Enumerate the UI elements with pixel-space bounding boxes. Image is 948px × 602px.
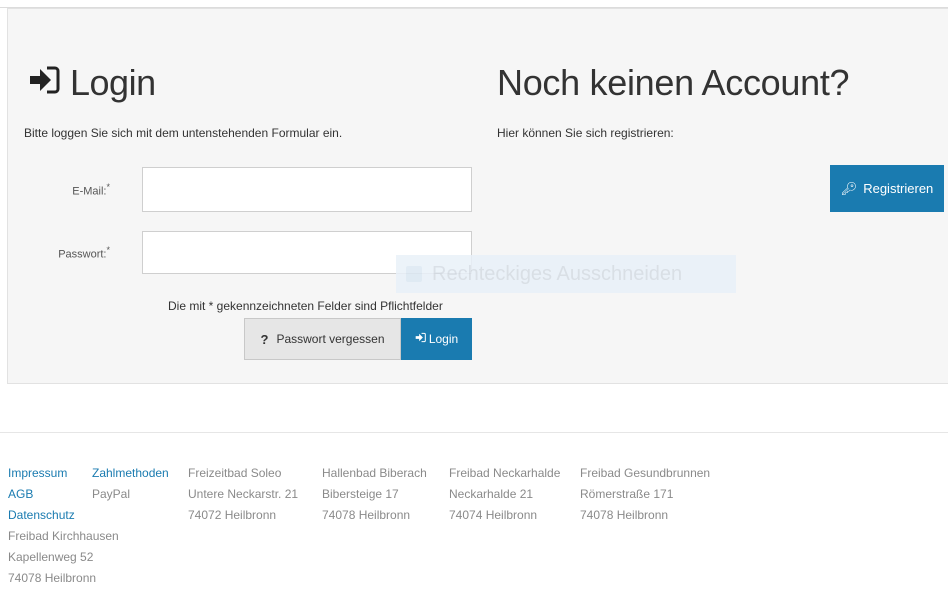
snip-icon bbox=[406, 266, 422, 282]
footer-venue-street: Kapellenweg 52 bbox=[8, 550, 94, 564]
footer-link-zahlmethoden[interactable]: Zahlmethoden bbox=[92, 463, 169, 484]
footer-venue-city: 74072 Heilbronn bbox=[188, 508, 277, 522]
register-subtitle: Hier können Sie sich registrieren: bbox=[497, 126, 674, 140]
question-icon: ? bbox=[260, 331, 269, 347]
email-field[interactable] bbox=[142, 167, 472, 212]
footer-venue-name: Freibad Gesundbrunnen bbox=[580, 466, 711, 480]
forgot-password-button[interactable]: ? Passwort vergessen bbox=[244, 318, 401, 360]
key-icon: 🔑︎ bbox=[840, 180, 858, 196]
footer-venue: Hallenbad Biberach Bibersteige 17 74078 … bbox=[322, 463, 427, 526]
required-fields-note: Die mit * gekennzeichneten Felder sind P… bbox=[168, 299, 443, 313]
snipping-tool-overlay: Rechteckiges Ausschneiden bbox=[396, 255, 736, 293]
footer-venue-name: Hallenbad Biberach bbox=[322, 466, 427, 480]
login-button-label: Login bbox=[428, 332, 459, 346]
login-title: Login bbox=[70, 62, 156, 103]
footer-venue: Freizeitbad Soleo Untere Neckarstr. 21 7… bbox=[188, 463, 298, 526]
register-button-label: Registrieren bbox=[863, 181, 934, 196]
footer-venue-city: 74074 Heilbronn bbox=[449, 508, 538, 522]
footer-venue-street: Neckarhalde 21 bbox=[449, 487, 534, 501]
login-subtitle: Bitte loggen Sie sich mit dem untenstehe… bbox=[24, 126, 343, 140]
footer-link-datenschutz[interactable]: Datenschutz bbox=[8, 505, 119, 526]
footer-venue-name: Freibad Neckarhalde bbox=[449, 466, 561, 480]
footer-venue-street: Untere Neckarstr. 21 bbox=[188, 487, 299, 501]
sign-in-icon bbox=[28, 62, 60, 104]
register-button[interactable]: 🔑︎ Registrieren bbox=[830, 165, 944, 212]
forgot-password-label: Passwort vergessen bbox=[276, 332, 385, 346]
footer-venue-city: 74078 Heilbronn bbox=[8, 571, 97, 585]
register-heading: Noch keinen Account? bbox=[497, 62, 850, 103]
footer-venue-name: Freizeitbad Soleo bbox=[188, 466, 282, 480]
login-heading: Login bbox=[28, 62, 156, 104]
footer-divider bbox=[0, 432, 948, 433]
footer-column-payment: Zahlmethoden PayPal bbox=[92, 463, 169, 505]
footer-venue-street: Römerstraße 171 bbox=[580, 487, 674, 501]
footer-venue-city: 74078 Heilbronn bbox=[322, 508, 411, 522]
footer-venue: Freibad Gesundbrunnen Römerstraße 171 74… bbox=[580, 463, 710, 526]
email-label: E-Mail:* bbox=[72, 182, 110, 198]
footer-venue-name: Freibad Kirchhausen bbox=[8, 529, 119, 543]
footer-payment-paypal: PayPal bbox=[92, 487, 131, 501]
footer-venue-street: Bibersteige 17 bbox=[322, 487, 399, 501]
footer-venue: Freibad Neckarhalde Neckarhalde 21 74074… bbox=[449, 463, 560, 526]
footer-venue-city: 74078 Heilbronn bbox=[580, 508, 669, 522]
password-label: Passwort:* bbox=[58, 245, 110, 261]
sign-in-icon bbox=[415, 332, 426, 346]
snipping-overlay-text: Rechteckiges Ausschneiden bbox=[432, 262, 683, 285]
login-button[interactable]: Login bbox=[401, 318, 472, 360]
